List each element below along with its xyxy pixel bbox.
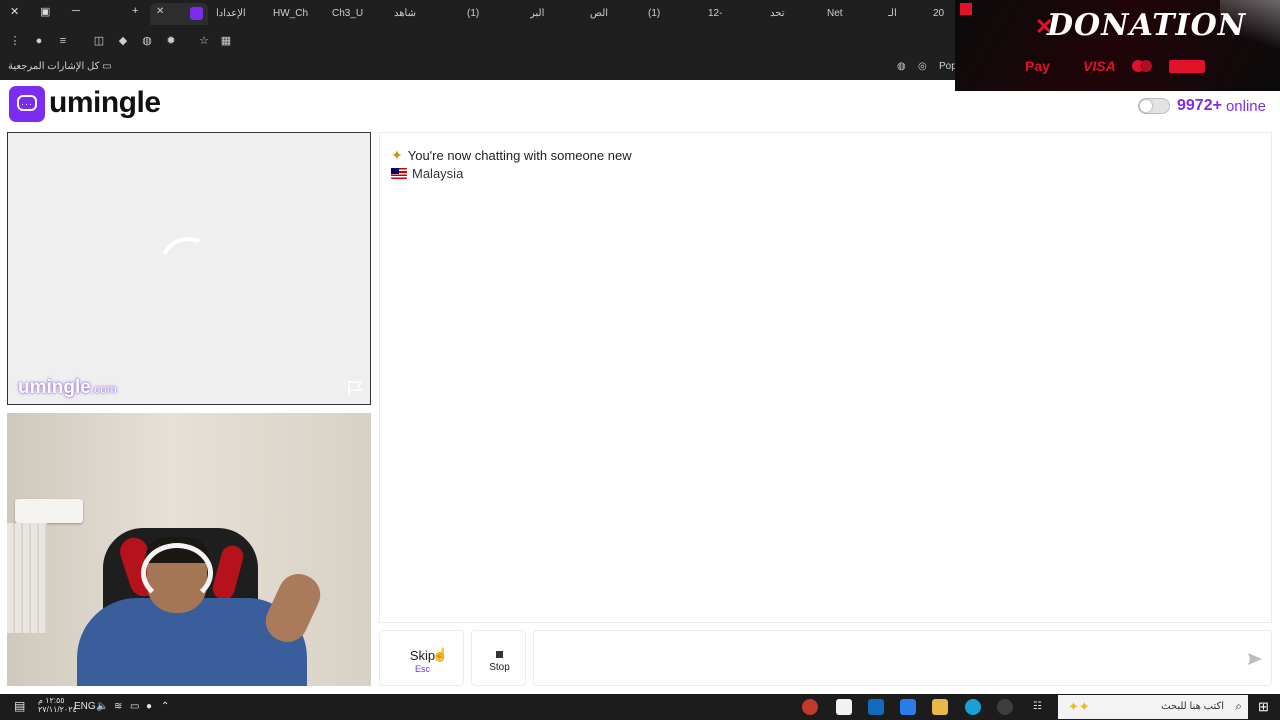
tab-3[interactable]: Ch3_U <box>332 6 363 22</box>
tab-5[interactable]: (1) <box>467 6 479 22</box>
mada-icon <box>1169 60 1205 73</box>
report-flag-icon[interactable] <box>346 379 364 397</box>
sparkle-icon: ✦ <box>391 147 403 163</box>
file-explorer-icon[interactable] <box>932 699 948 715</box>
curtain <box>7 523 47 633</box>
chevron-up-icon[interactable]: ⌃ <box>161 701 169 712</box>
extension-icon[interactable]: ≡ <box>56 34 70 48</box>
country-name: Malaysia <box>412 166 464 181</box>
tab-1[interactable]: الإعدادا <box>216 6 246 22</box>
mouse-cursor-icon: ☝ <box>432 647 449 662</box>
tab-6[interactable]: البر <box>530 6 544 22</box>
star-icon[interactable]: ☆ <box>197 34 211 48</box>
theme-toggle[interactable] <box>1138 98 1170 114</box>
tab-11[interactable]: Net <box>827 6 843 22</box>
tab-8[interactable]: (1) <box>648 6 660 22</box>
umingle-favicon <box>190 7 203 20</box>
skip-shortcut: Esc <box>414 664 430 674</box>
mastercard-icon <box>1132 60 1152 73</box>
outlook-icon[interactable] <box>868 699 884 715</box>
watermark-text: umingle <box>18 377 91 398</box>
notifications-icon[interactable]: ▤ <box>14 699 30 715</box>
all-bookmarks-item[interactable]: كل الإشارات المرجعية ▭ <box>8 61 112 72</box>
loading-spinner-icon <box>152 229 224 301</box>
all-bookmarks-label: كل الإشارات المرجعية <box>8 61 100 72</box>
app-logo-text[interactable]: umingle <box>49 86 161 120</box>
extensions-puzzle-icon[interactable]: ◫ <box>92 34 106 48</box>
close-tab-icon[interactable]: ✕ <box>156 6 164 17</box>
network-icon[interactable]: ▭ <box>130 701 139 712</box>
tab-7[interactable]: الص <box>590 6 608 22</box>
watermark: umingle.com <box>18 377 117 399</box>
notepad-icon[interactable] <box>836 699 852 715</box>
taskbar-search[interactable]: ✦✦ اكتب هنا للبحث ⌕ <box>1058 695 1248 719</box>
window-icon[interactable]: ▣ <box>40 5 50 18</box>
tab-13[interactable]: 20 <box>933 6 944 22</box>
windows-taskbar: ▤ ١٢:٥٥ م ٢٧/١١/٢٠٢٤ ENG 🔈 ≋ ▭ ● ⌃ ☷ ✦✦ … <box>0 694 1280 720</box>
clock[interactable]: ١٢:٥٥ م ٢٧/١١/٢٠٢٤ <box>38 696 77 714</box>
fire-icon[interactable]: ✹ <box>164 34 178 48</box>
partner-country: Malaysia <box>391 166 463 181</box>
sparkle-icon: ✦✦ <box>1068 699 1090 714</box>
stop-label: Stop <box>489 662 510 673</box>
settings-icon[interactable]: ◎ <box>918 61 927 72</box>
online-count: 9972+ <box>1177 97 1222 114</box>
skip-button[interactable]: Skip Esc <box>379 630 464 686</box>
camera-icon[interactable]: ▦ <box>219 34 233 48</box>
chrome-icon[interactable] <box>997 699 1013 715</box>
stop-icon <box>496 651 503 658</box>
store-icon[interactable] <box>900 699 916 715</box>
online-indicator: 9972+ online <box>1138 96 1266 116</box>
online-label: online <box>1225 97 1266 115</box>
globe-icon[interactable]: ◍ <box>140 34 154 48</box>
system-message: ✦ You're now chatting with someone new <box>391 147 632 164</box>
wifi-icon[interactable]: ≋ <box>114 701 122 712</box>
system-message-text: You're now chatting with someone new <box>407 148 632 163</box>
watermark-suffix: .com <box>90 382 117 396</box>
chat-log: ✦ You're now chatting with someone new M… <box>379 132 1272 623</box>
globe-icon[interactable]: ◍ <box>897 61 906 72</box>
language-indicator[interactable]: ENG <box>74 701 96 712</box>
search-icon: ⌕ <box>1235 699 1242 713</box>
tab-2[interactable]: HW_Ch <box>273 6 308 22</box>
clock-date: ٢٧/١١/٢٠٢٤ <box>38 705 77 714</box>
malaysia-flag-icon <box>391 168 407 179</box>
message-input[interactable] <box>544 645 1228 673</box>
send-icon[interactable] <box>1247 652 1263 666</box>
local-webcam-video <box>7 413 371 686</box>
minimize-icon[interactable]: ─ <box>72 5 80 17</box>
donation-banner: ✕ DONATION Pay VISA <box>955 0 1280 91</box>
clock-time: ١٢:٥٥ م <box>38 696 65 705</box>
air-conditioner <box>15 499 83 523</box>
search-placeholder: اكتب هنا للبحث <box>1161 701 1224 712</box>
menu-icon[interactable]: ⋮ <box>8 34 22 48</box>
shield-icon[interactable]: ◆ <box>116 34 130 48</box>
profile-icon[interactable]: ● <box>32 34 46 48</box>
apple-pay-text: Pay <box>1025 58 1050 74</box>
apple-pay-label: Pay <box>1025 58 1050 74</box>
volume-icon[interactable]: 🔈 <box>96 701 108 712</box>
task-view-icon[interactable]: ☷ <box>1033 701 1042 712</box>
skip-label: Skip <box>409 648 436 663</box>
tab-9[interactable]: 12- <box>708 6 722 22</box>
tab-10[interactable]: تحد <box>770 6 785 22</box>
microphone-icon[interactable]: ● <box>146 701 152 712</box>
windows-start-icon[interactable]: ⊞ <box>1258 699 1274 715</box>
edge-icon[interactable] <box>965 699 981 715</box>
message-composer <box>533 630 1272 686</box>
new-tab-icon[interactable]: + <box>132 5 138 17</box>
logo-icon <box>960 3 972 15</box>
tab-4[interactable]: شاهد <box>394 6 416 22</box>
donation-title: DONATION <box>1047 8 1247 43</box>
remote-video-panel: umingle.com <box>7 132 371 405</box>
active-tab[interactable]: ✕ <box>150 3 208 25</box>
umingle-logo-icon[interactable]: ··· <box>9 86 45 122</box>
visa-label: VISA <box>1083 58 1116 74</box>
close-window-icon[interactable]: ✕ <box>10 5 19 18</box>
folder-icon: ▭ <box>102 61 112 72</box>
stop-button[interactable]: Stop <box>471 630 526 686</box>
headset <box>141 543 213 603</box>
app-icon-red[interactable] <box>802 699 818 715</box>
tab-12[interactable]: الـ <box>888 6 897 22</box>
